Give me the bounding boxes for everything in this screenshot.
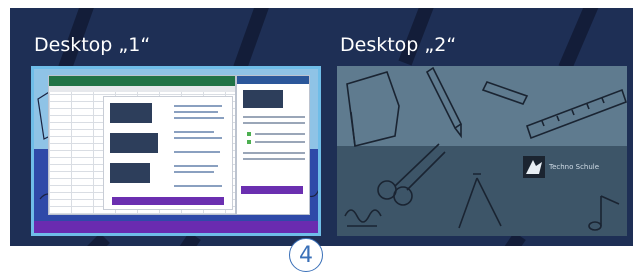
excel-window-preview[interactable] (48, 75, 236, 215)
brand-text: Techno Schule (549, 163, 600, 171)
task-view-panel: Desktop „1“ Desktop „2“ Techno Schule (10, 8, 633, 246)
desktop-2-title[interactable]: Desktop „2“ (340, 34, 456, 56)
brand-logo: Techno Schule (523, 156, 599, 178)
desktop-1-title[interactable]: Desktop „1“ (34, 34, 150, 56)
excel-ribbon (49, 76, 235, 86)
step-number-badge: 4 (289, 238, 323, 272)
brand-mark-icon (523, 156, 545, 178)
taskbar (34, 221, 318, 233)
document-preview (103, 96, 233, 210)
school-supplies-wallpaper (344, 66, 627, 231)
desktop-1-thumbnail[interactable] (31, 66, 321, 236)
word-window-preview[interactable] (236, 75, 310, 215)
word-titlebar (237, 76, 309, 84)
desktop-2-thumbnail[interactable]: Techno Schule (337, 66, 627, 236)
